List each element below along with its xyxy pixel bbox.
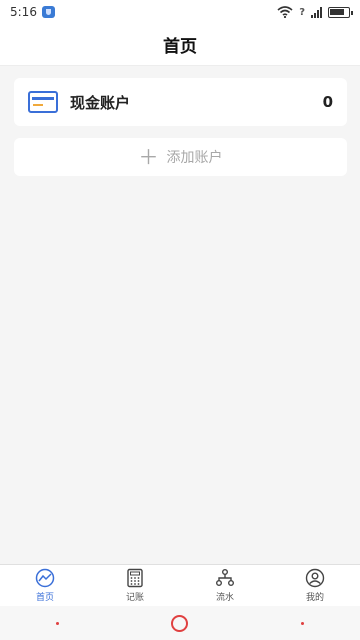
shield-icon xyxy=(41,6,55,18)
profile-icon xyxy=(305,568,325,588)
signal-icon xyxy=(311,6,322,18)
card-icon xyxy=(28,91,58,113)
status-bar: 5:16 ? xyxy=(0,0,360,24)
app-header: 首页 xyxy=(0,24,360,66)
account-balance: 0 xyxy=(322,93,333,111)
calculator-icon xyxy=(127,568,143,588)
status-right: ? xyxy=(277,6,353,18)
home-button[interactable] xyxy=(171,614,189,632)
tab-mine-label: 我的 xyxy=(305,593,324,603)
add-account-label: 添加账户 xyxy=(166,150,223,166)
flow-icon xyxy=(216,569,234,586)
no-sim-icon: ? xyxy=(299,6,305,18)
account-name: 现金账户 xyxy=(70,93,131,112)
status-time: 5:16 xyxy=(10,5,37,19)
tab-flow-label: 流水 xyxy=(215,593,234,603)
tab-bar: 首页 记账 流水 我的 xyxy=(0,564,360,606)
page-title: 首页 xyxy=(163,37,197,57)
battery-icon xyxy=(328,6,353,18)
plus-icon: ＋ xyxy=(138,145,159,169)
status-left: 5:16 xyxy=(10,5,55,19)
account-card-cash[interactable]: 现金账户 0 xyxy=(14,78,347,126)
add-account-button[interactable]: ＋ 添加账户 xyxy=(14,138,347,176)
tab-home[interactable]: 首页 xyxy=(0,565,90,606)
chart-icon xyxy=(35,568,55,588)
tab-bookkeeping-label: 记账 xyxy=(125,593,144,603)
tab-home-label: 首页 xyxy=(35,593,54,603)
tab-mine[interactable]: 我的 xyxy=(270,565,360,606)
tab-flow[interactable]: 流水 xyxy=(180,565,270,606)
tab-bookkeeping[interactable]: 记账 xyxy=(90,565,180,606)
back-dot-icon[interactable] xyxy=(56,621,60,625)
recents-dot-icon[interactable] xyxy=(300,621,304,625)
wifi-icon xyxy=(277,6,293,18)
system-navigation-bar xyxy=(0,606,360,640)
